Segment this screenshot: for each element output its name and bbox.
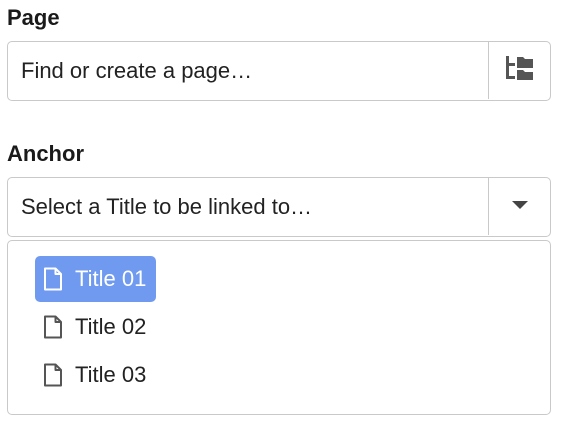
browse-pages-button[interactable] <box>488 42 550 99</box>
document-icon <box>43 266 65 292</box>
anchor-options-list: Title 01 Title 02 Title 03 <box>7 240 551 415</box>
anchor-option[interactable]: Title 02 <box>35 304 156 350</box>
caret-down-icon <box>511 198 529 216</box>
anchor-select-value: Select a Title to be linked to… <box>21 194 313 219</box>
anchor-option-label: Title 01 <box>75 266 147 291</box>
page-search-input[interactable] <box>8 42 489 99</box>
anchor-option[interactable]: Title 01 <box>35 256 157 302</box>
document-icon <box>43 314 65 340</box>
document-icon <box>43 362 65 388</box>
anchor-label: Anchor <box>7 141 84 166</box>
anchor-dropdown-toggle[interactable] <box>488 178 550 235</box>
anchor-option[interactable]: Title 03 <box>35 352 156 398</box>
page-label: Page <box>7 5 60 30</box>
page-combobox <box>7 41 551 101</box>
anchor-select[interactable]: Select a Title to be linked to… <box>7 177 551 237</box>
link-form: Page Anchor Select a Title to be linked … <box>0 0 574 430</box>
anchor-option-label: Title 03 <box>75 362 147 387</box>
anchor-option-label: Title 02 <box>75 314 147 339</box>
sitemap-folder-icon <box>504 54 536 87</box>
